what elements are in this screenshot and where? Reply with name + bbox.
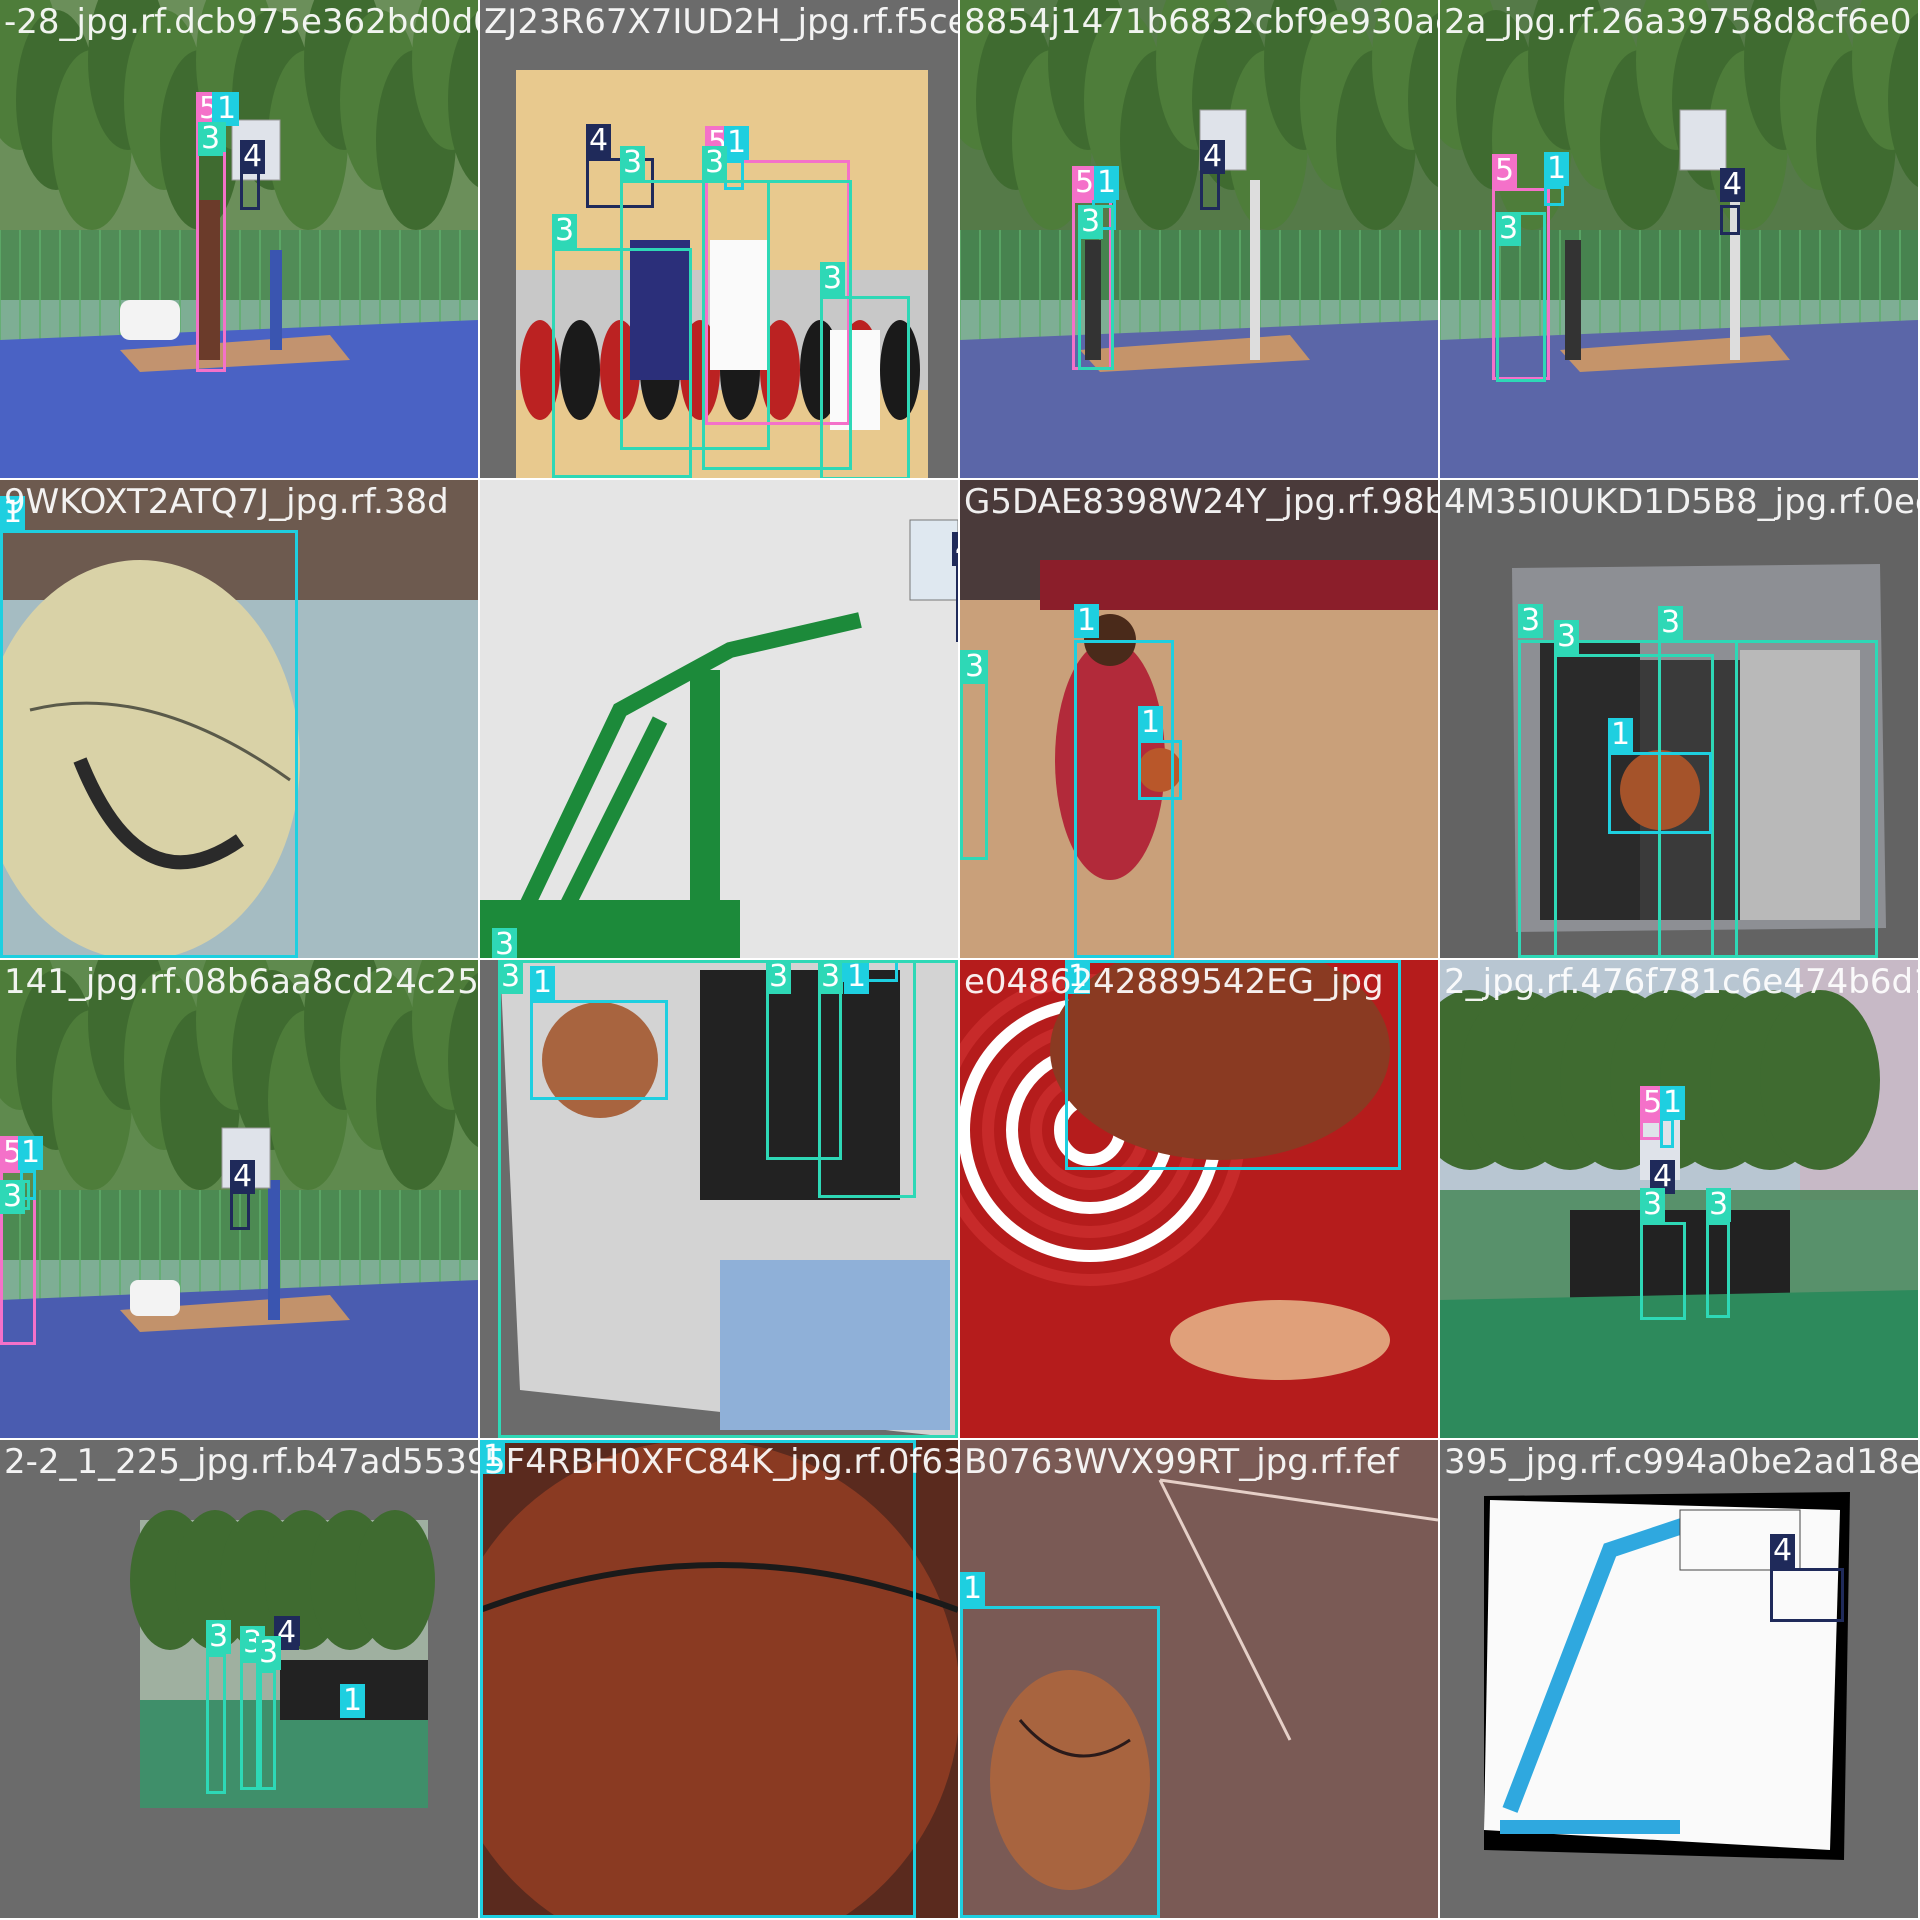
class-label: 3: [1518, 604, 1544, 638]
tile-image: [0, 0, 478, 478]
detection-box: [0, 530, 298, 958]
class-label: 3: [1658, 606, 1684, 640]
detection-box: [1770, 1568, 1844, 1622]
tile-filename: ZJ23R67X7IUD2H_jpg.rf.f5ce: [484, 2, 958, 42]
detection-box: [1720, 205, 1740, 235]
class-label: 3: [962, 650, 988, 684]
class-label: 4: [1720, 168, 1746, 202]
mosaic-tile: 5 1 3 4 -28_jpg.rf.dcb975e362bd0d07: [0, 0, 478, 478]
mosaic-tile: 1 B0763WVX99RT_jpg.rf.fef: [960, 1440, 1438, 1918]
mosaic-tile: 4 3 3 3 1 2-2_1_225_jpg.rf.b47ad55399: [0, 1440, 478, 1918]
tile-filename: 4M35I0UKD1D5B8_jpg.rf.0ee: [1444, 482, 1918, 522]
class-label: 1: [340, 1684, 366, 1718]
class-label: 3: [1554, 620, 1580, 654]
class-label: 4: [230, 1160, 256, 1194]
class-label: 3: [206, 1620, 232, 1654]
class-label: 3: [552, 214, 578, 248]
tile-filename: 2_jpg.rf.476f781c6e474b6d1f66f: [1444, 962, 1918, 1002]
class-label: 3: [256, 1636, 282, 1670]
detection-box: [960, 1606, 1160, 1918]
class-label: 4: [952, 532, 958, 566]
detection-box: [1608, 752, 1712, 834]
mosaic-tile: 45138854j1471b6832cbf9e930aecd7a: [960, 0, 1438, 478]
tile-filename: G5DAE8398W24Y_jpg.rf.98b: [964, 482, 1438, 522]
mosaic-tile: 1 9WKOXT2ATQ7J_jpg.rf.38d: [0, 480, 478, 958]
class-label: 3: [820, 262, 846, 296]
class-label: 3: [1706, 1188, 1732, 1222]
class-label: 1: [1094, 166, 1120, 200]
detection-box: [480, 1440, 916, 1918]
mosaic-tile: 5 1 3 4 2a_jpg.rf.26a39758d8cf6e0: [1440, 0, 1918, 478]
tile-image: [480, 480, 958, 958]
class-label: 3: [1640, 1188, 1666, 1222]
mosaic-tile: 3 1 1 G5DAE8398W24Y_jpg.rf.98b: [960, 480, 1438, 958]
mosaic-tile: 514332_jpg.rf.476f781c6e474b6d1f66f: [1440, 960, 1918, 1438]
tile-filename: 2-2_1_225_jpg.rf.b47ad55399: [4, 1442, 478, 1482]
tile-filename: 9WKOXT2ATQ7J_jpg.rf.38d: [4, 482, 449, 522]
class-label: 4: [1770, 1534, 1796, 1568]
class-label: 3: [498, 960, 524, 994]
detection-box: [1640, 1222, 1686, 1320]
mosaic-tile: 1 5F4RBH0XFC84K_jpg.rf.0f63: [480, 1440, 958, 1918]
tile-image: [0, 1440, 478, 1918]
class-label: 1: [1074, 604, 1100, 638]
class-label: 3: [492, 928, 518, 958]
tile-filename: 141_jpg.rf.08b6aa8cd24c25: [4, 962, 478, 1002]
tile-image: [1440, 1440, 1918, 1918]
detection-box: [498, 960, 958, 1438]
class-label: 4: [1200, 140, 1226, 174]
class-label: 1: [960, 1572, 986, 1606]
class-label: 3: [198, 122, 224, 156]
mosaic-tile: 13313: [480, 960, 958, 1438]
tile-filename: 8854j1471b6832cbf9e930aecd7a: [964, 2, 1438, 42]
tile-filename: 5F4RBH0XFC84K_jpg.rf.0f63: [484, 1442, 958, 1482]
detection-box: [206, 1654, 226, 1794]
detection-box: [256, 1670, 276, 1790]
class-label: 4: [240, 140, 266, 174]
detection-box: [820, 296, 910, 478]
detection-box: [1138, 740, 1182, 800]
tile-filename: -28_jpg.rf.dcb975e362bd0d07: [4, 2, 478, 42]
class-label: 5: [1492, 154, 1518, 188]
detection-box: [552, 248, 692, 478]
mosaic-tile: 5 1 3 4 141_jpg.rf.08b6aa8cd24c25: [0, 960, 478, 1438]
class-label: 3: [0, 1180, 26, 1214]
mosaic-tile: 433: [480, 480, 958, 958]
tile-filename: e0486242889542EG_jpg: [964, 962, 1384, 1002]
detection-box: [1544, 186, 1564, 206]
class-label: 1: [1660, 1086, 1686, 1120]
class-label: 3: [1496, 212, 1522, 246]
detection-box: [1660, 1118, 1674, 1148]
mosaic-grid: 5 1 3 4 -28_jpg.rf.dcb975e362bd0d07 4 3 5 1 3 3 3 ZJ…: [0, 0, 1920, 1920]
class-label: 1: [1608, 718, 1634, 752]
tile-filename: 395_jpg.rf.c994a0be2ad18e: [1444, 1442, 1918, 1482]
tile-image: [1440, 960, 1918, 1438]
class-label: 1: [724, 126, 750, 160]
detection-box: [1706, 1222, 1730, 1318]
tile-image: [960, 0, 1438, 478]
mosaic-tile: 1 e0486242889542EG_jpg: [960, 960, 1438, 1438]
class-label: 3: [702, 146, 728, 180]
class-label: 3: [620, 146, 646, 180]
class-label: 1: [18, 1136, 44, 1170]
class-label: 1: [1544, 152, 1570, 186]
class-label: 3: [1078, 205, 1104, 239]
detection-box: [1640, 1120, 1662, 1140]
mosaic-tile: 3 3 3 1 4M35I0UKD1D5B8_jpg.rf.0ee: [1440, 480, 1918, 958]
mosaic-tile: 4 3 5 1 3 3 3 ZJ23R67X7IUD2H_jpg.rf.f5ce: [480, 0, 958, 478]
class-label: 4: [586, 124, 612, 158]
tile-filename: B0763WVX99RT_jpg.rf.fef: [964, 1442, 1399, 1482]
tile-image: [960, 480, 1438, 958]
class-label: 1: [1138, 706, 1164, 740]
mosaic-tile: 4 395_jpg.rf.c994a0be2ad18e: [1440, 1440, 1918, 1918]
tile-filename: 2a_jpg.rf.26a39758d8cf6e0: [1444, 2, 1912, 42]
